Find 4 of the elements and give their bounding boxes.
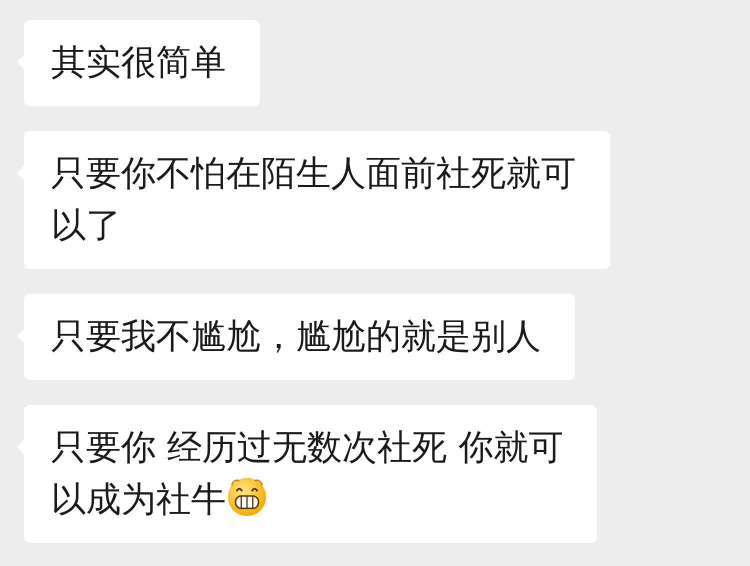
message-text: 只要你 经历过无数次社死 你就可 以成为社牛	[51, 428, 564, 520]
message-text: 其实很简单	[51, 43, 226, 83]
message-text: 只要你不怕在陌生人面前社死就可 以了	[51, 154, 576, 246]
message-text: 只要我不尴尬，尴尬的就是别人	[51, 317, 541, 357]
